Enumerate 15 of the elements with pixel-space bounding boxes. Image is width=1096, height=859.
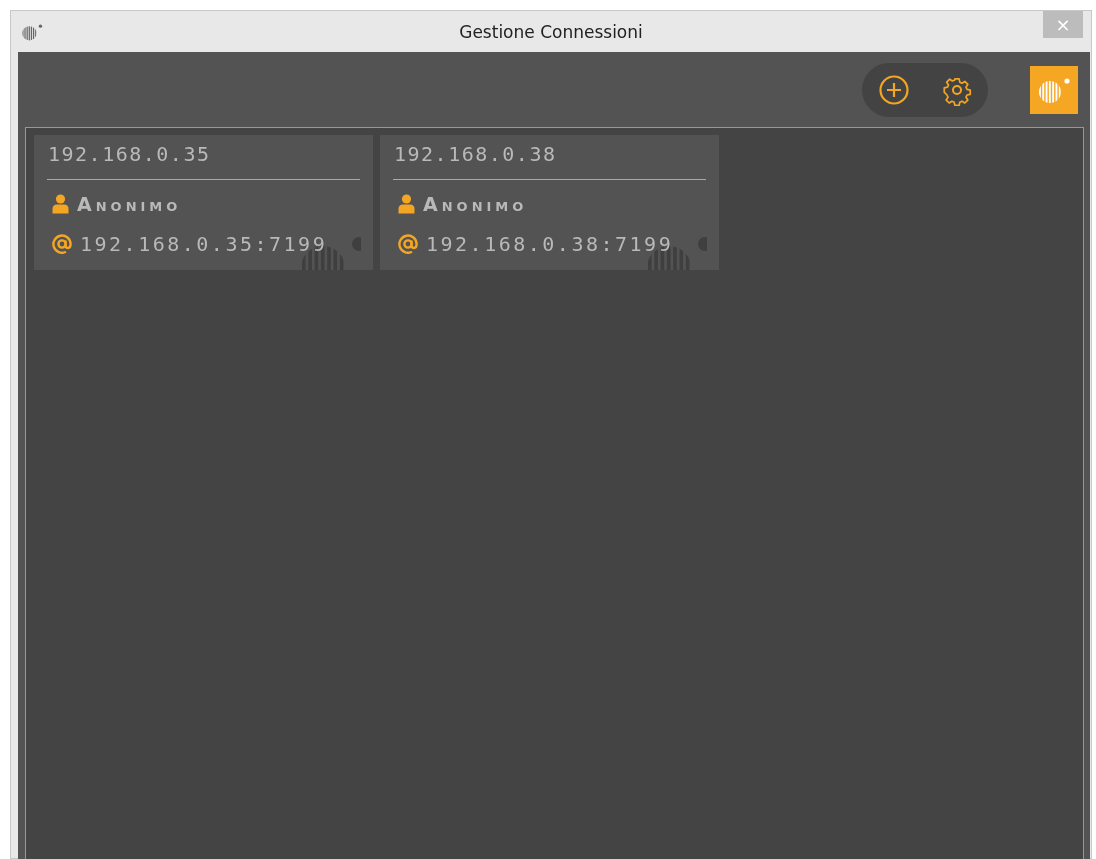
user-name: Anonimo [77, 193, 182, 215]
at-icon [52, 234, 72, 254]
at-icon [398, 234, 418, 254]
person-icon [398, 194, 415, 214]
user-name: Anonimo [423, 193, 528, 215]
window-title: Gestione Connessioni [459, 21, 643, 42]
connection-host: 192.168.0.38 [393, 141, 557, 168]
add-icon[interactable] [877, 73, 910, 106]
person-icon [52, 194, 69, 214]
connection-card[interactable]: 192.168.0.35 Anonimo 192.168.0.35:7199 [34, 135, 373, 270]
app-logo[interactable] [1030, 65, 1078, 114]
connection-card[interactable]: 192.168.0.38 Anonimo 192.168.0.38:7199 [380, 135, 719, 270]
connection-address: 192.168.0.38:7199 [426, 232, 674, 256]
connection-host: 192.168.0.35 [47, 141, 211, 168]
connection-address: 192.168.0.35:7199 [80, 232, 328, 256]
